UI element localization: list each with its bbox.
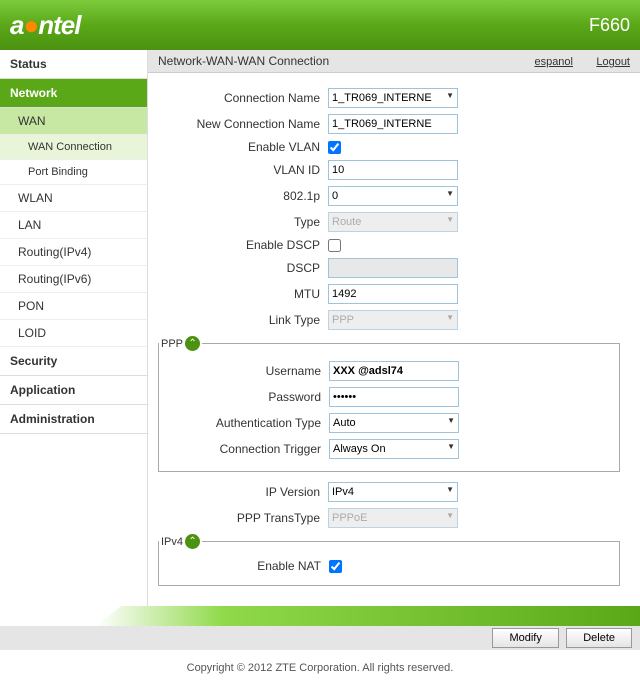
ppp-transtype-select: PPPoE [328, 508, 458, 528]
nav-wlan[interactable]: WLAN [0, 185, 147, 212]
enable-nat-checkbox[interactable] [329, 560, 342, 573]
nav-network[interactable]: Network [0, 79, 147, 108]
label-auth-type: Authentication Type [159, 416, 329, 430]
logo-a: a [10, 10, 23, 40]
nav-application[interactable]: Application [0, 376, 147, 405]
nav-security[interactable]: Security [0, 347, 147, 376]
label-enable-dscp: Enable DSCP [158, 238, 328, 252]
header: a●ntel F660 [0, 0, 640, 50]
label-new-connection-name: New Connection Name [158, 117, 328, 131]
label-connection-name: Connection Name [158, 91, 328, 105]
conn-trigger-select[interactable]: Always On [329, 439, 459, 459]
label-ip-version: IP Version [158, 485, 328, 499]
nav-loid[interactable]: LOID [0, 320, 147, 347]
nav-lan[interactable]: LAN [0, 212, 147, 239]
nav-wan-connection[interactable]: WAN Connection [0, 135, 147, 160]
footer-stripe [0, 606, 640, 626]
type-select: Route [328, 212, 458, 232]
language-link[interactable]: espanol [534, 56, 573, 68]
connection-name-select[interactable]: 1_TR069_INTERNE [328, 88, 458, 108]
label-username: Username [159, 364, 329, 378]
copyright: Copyright © 2012 ZTE Corporation. All ri… [0, 650, 640, 686]
content: Network-WAN-WAN Connection espanol Logou… [148, 50, 640, 606]
dscp-input [328, 258, 458, 278]
auth-type-select[interactable]: Auto [329, 413, 459, 433]
username-input[interactable] [329, 361, 459, 381]
nav-wan[interactable]: WAN [0, 108, 147, 135]
sidebar: Status Network WAN WAN Connection Port B… [0, 50, 148, 606]
ipv4-fieldset: IPv4 ⌃ Enable NAT [158, 534, 620, 586]
nav-status[interactable]: Status [0, 50, 147, 79]
ipv4-collapse-icon[interactable]: ⌃ [185, 534, 200, 549]
label-type: Type [158, 215, 328, 229]
ppp-legend: PPP [161, 338, 183, 350]
logout-link[interactable]: Logout [596, 56, 630, 68]
label-enable-vlan: Enable VLAN [158, 140, 328, 154]
vlan-id-input[interactable] [328, 160, 458, 180]
delete-button[interactable]: Delete [566, 628, 632, 648]
nav-administration[interactable]: Administration [0, 405, 147, 434]
brand-logo: a●ntel [10, 10, 80, 41]
nav-pon[interactable]: PON [0, 293, 147, 320]
link-type-select: PPP [328, 310, 458, 330]
breadcrumb: Network-WAN-WAN Connection [158, 54, 329, 68]
breadcrumb-bar: Network-WAN-WAN Connection espanol Logou… [148, 50, 640, 73]
label-mtu: MTU [158, 287, 328, 301]
label-8021p: 802.1p [158, 189, 328, 203]
label-conn-trigger: Connection Trigger [159, 442, 329, 456]
logo-rest: ntel [38, 10, 80, 40]
mtu-input[interactable] [328, 284, 458, 304]
label-vlan-id: VLAN ID [158, 163, 328, 177]
label-dscp: DSCP [158, 261, 328, 275]
label-link-type: Link Type [158, 313, 328, 327]
model-label: F660 [589, 15, 630, 36]
nav-port-binding[interactable]: Port Binding [0, 160, 147, 185]
nav-routing4[interactable]: Routing(IPv4) [0, 239, 147, 266]
nav-routing6[interactable]: Routing(IPv6) [0, 266, 147, 293]
ppp-fieldset: PPP ⌃ Username Password Authentication T… [158, 336, 620, 472]
ipv4-legend: IPv4 [161, 536, 183, 548]
enable-dscp-checkbox[interactable] [328, 239, 341, 252]
new-connection-name-input[interactable] [328, 114, 458, 134]
enable-vlan-checkbox[interactable] [328, 141, 341, 154]
8021p-select[interactable]: 0 [328, 186, 458, 206]
ip-version-select[interactable]: IPv4 [328, 482, 458, 502]
action-bar: Modify Delete [0, 626, 640, 650]
label-ppp-transtype: PPP TransType [158, 511, 328, 525]
label-enable-nat: Enable NAT [159, 559, 329, 573]
ppp-collapse-icon[interactable]: ⌃ [185, 336, 200, 351]
label-password: Password [159, 390, 329, 404]
logo-dot: ● [23, 10, 38, 40]
password-input[interactable] [329, 387, 459, 407]
modify-button[interactable]: Modify [492, 628, 558, 648]
